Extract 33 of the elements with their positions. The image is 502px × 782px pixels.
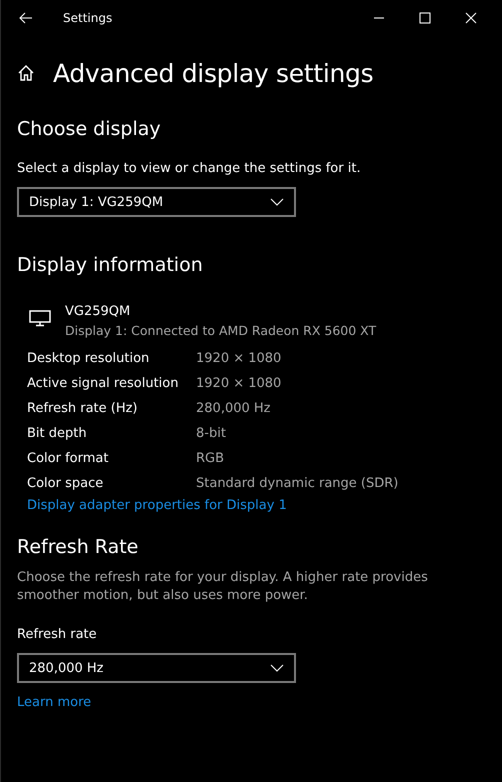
home-icon[interactable]: [17, 64, 35, 82]
section-heading: Display information: [17, 253, 204, 277]
info-value: Standard dynamic range (SDR): [196, 476, 400, 491]
dropdown[interactable]: Display 1: VG259QM: [17, 187, 296, 217]
monitor-description: Display 1: Connected to AMD Radeon RX 5600 XT: [65, 322, 376, 340]
info-label: Bit depth: [27, 426, 88, 441]
info-value: 1920 × 1080: [196, 376, 282, 391]
section-heading: Refresh Rate: [17, 535, 140, 559]
info-label: Desktop resolution: [27, 351, 150, 366]
section-heading: Choose display: [17, 117, 162, 141]
close-icon[interactable]: [465, 12, 477, 24]
info-value: 1920 × 1080: [196, 351, 282, 366]
info-label: Active signal resolution: [27, 376, 180, 391]
chevron-icon: [270, 664, 284, 672]
info-label: Color space: [27, 476, 104, 491]
description-text: Choose the refresh rate for your display. A higher rate provides smoother motion, but also uses more power.: [17, 569, 429, 605]
page-title: Advanced display settings: [53, 58, 374, 88]
info-value: RGB: [196, 451, 226, 466]
window-title: Settings: [63, 10, 112, 24]
field-label: Refresh rate: [17, 626, 98, 644]
maximize-icon[interactable]: [419, 12, 431, 24]
back-icon[interactable]: [18, 10, 34, 26]
info-value: 280,000 Hz: [196, 401, 272, 416]
chevron-icon: [270, 198, 284, 206]
monitor-icon: [29, 309, 51, 327]
instruction-text: Select a display to view or change the settings for it.: [17, 160, 362, 178]
info-label: Color format: [27, 451, 110, 466]
info-value: 8-bit: [196, 426, 227, 441]
monitor-name: VG259QM: [65, 303, 132, 321]
info-label: Refresh rate (Hz): [27, 401, 139, 416]
dropdown[interactable]: 280,000 Hz: [17, 653, 296, 683]
learn-more-link[interactable]: Learn more: [17, 695, 92, 710]
adapter-link[interactable]: Display adapter properties for Display 1: [27, 496, 287, 516]
